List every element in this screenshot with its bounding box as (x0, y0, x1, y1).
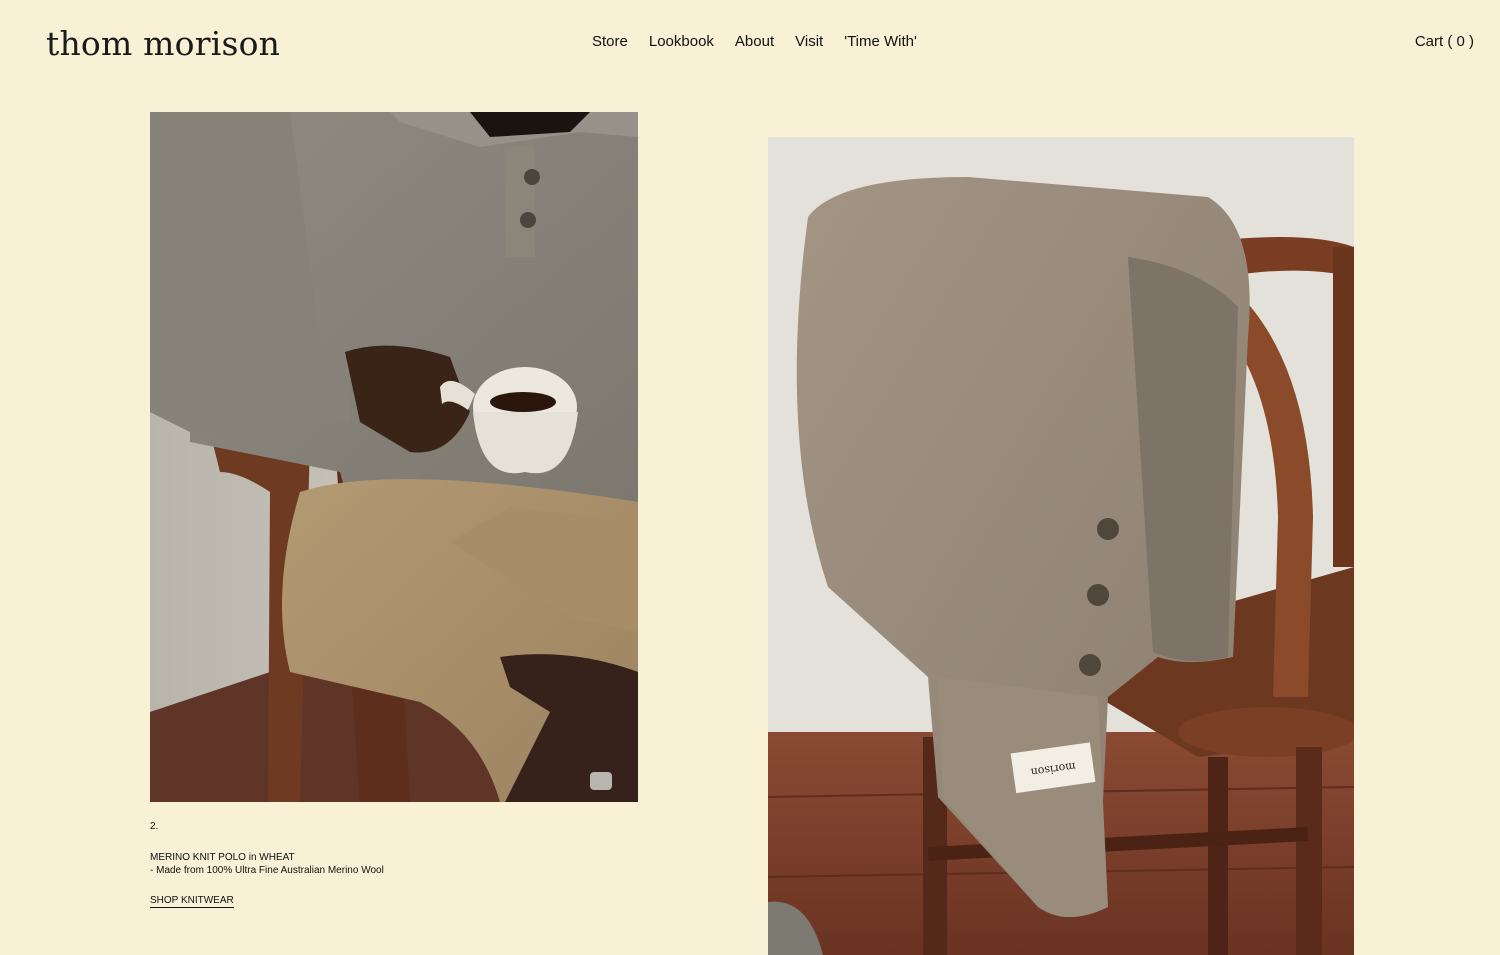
product-photo-flatlay[interactable]: morison (768, 137, 1354, 955)
product-caption: 2. MERINO KNIT POLO in WHEAT - Made from… (150, 820, 384, 908)
polo-on-chair-illustration: morison (768, 137, 1354, 955)
caption-number: 2. (150, 821, 159, 832)
model-illustration (150, 112, 638, 802)
nav-item-about[interactable]: About (735, 32, 774, 52)
product-description: - Made from 100% Ultra Fine Australian M… (150, 865, 384, 876)
cart-label: Cart (1414, 33, 1444, 50)
nav-item-visit[interactable]: Visit (795, 32, 823, 52)
nav-item-store[interactable]: Store (592, 32, 628, 52)
cart-link[interactable]: Cart ( 0 ) (1415, 32, 1474, 52)
nav-item-time-with[interactable]: 'Time With' (844, 32, 917, 52)
page: thom morison Store Lookbook About Visit … (0, 0, 1500, 955)
cart-count: ( 0 ) (1447, 33, 1474, 50)
product-title: MERINO KNIT POLO in WHEAT (150, 852, 295, 863)
product-photo-model[interactable] (150, 112, 638, 802)
brand-logo[interactable]: thom morison (46, 24, 280, 64)
shop-knitwear-link[interactable]: SHOP KNITWEAR (150, 895, 234, 908)
nav-item-lookbook[interactable]: Lookbook (649, 32, 714, 52)
main-nav: Store Lookbook About Visit 'Time With' (592, 32, 917, 52)
